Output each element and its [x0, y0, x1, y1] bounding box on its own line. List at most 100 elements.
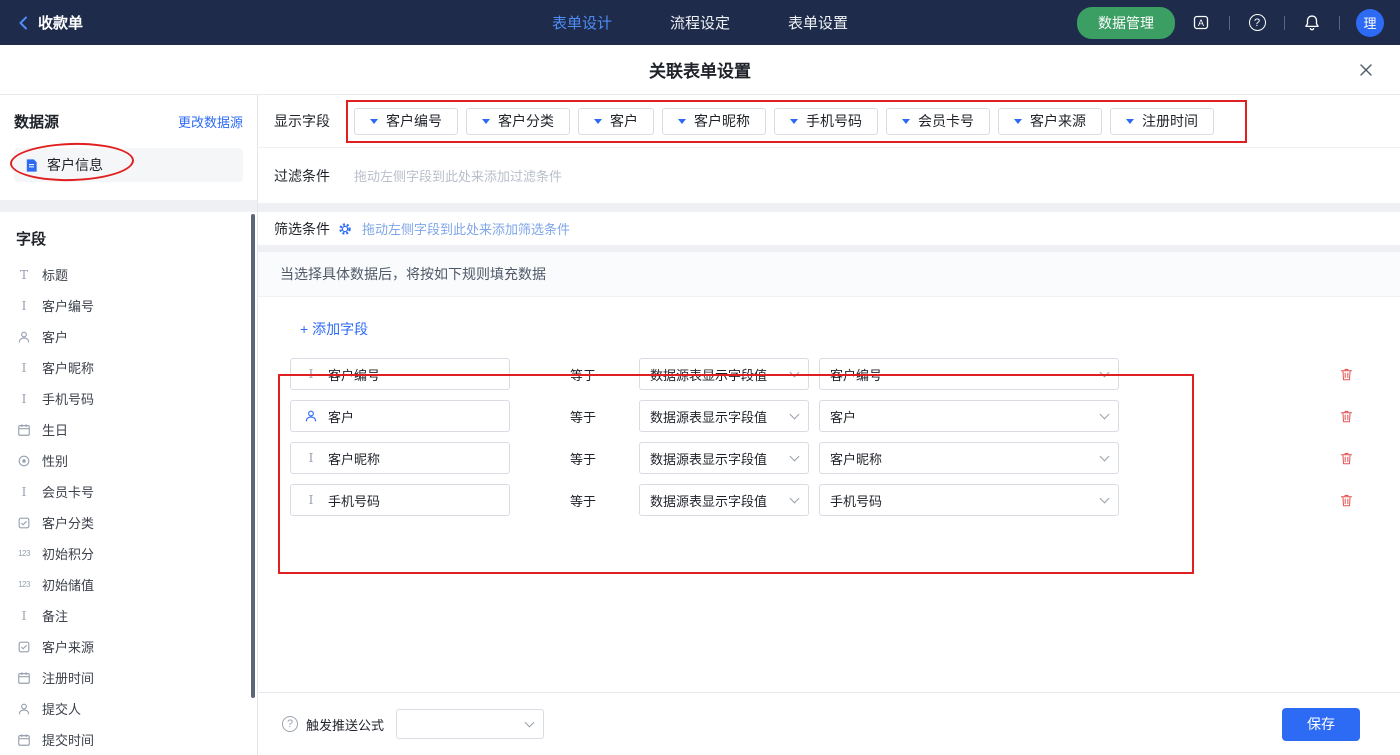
screening-label: 筛选条件 — [274, 219, 330, 239]
text-icon — [16, 392, 32, 406]
rule-row: 客户 等于 数据源表显示字段值 客户 — [258, 395, 1400, 437]
field-item[interactable]: 客户分类 — [0, 507, 257, 538]
rules-list: 客户编号 等于 数据源表显示字段值 客户编号 客户 等于 数据源表显示字段值 客… — [258, 353, 1400, 521]
chevron-down-icon — [790, 451, 800, 461]
help-icon[interactable] — [282, 716, 298, 732]
field-item[interactable]: 客户编号 — [0, 290, 257, 321]
field-chip[interactable]: 客户分类 — [466, 108, 570, 135]
calendar-icon — [16, 733, 32, 747]
bell-icon[interactable] — [1301, 12, 1323, 34]
app-root: 收款单 表单设计 流程设定 表单设置 数据管理 A 理 关联表单设置 — [0, 0, 1400, 755]
number-icon — [16, 580, 32, 589]
field-item[interactable]: 会员卡号 — [0, 476, 257, 507]
field-chip[interactable]: 会员卡号 — [886, 108, 990, 135]
back-button[interactable]: 收款单 — [16, 12, 83, 33]
chevron-down-icon — [678, 119, 686, 124]
topbar: 收款单 表单设计 流程设定 表单设置 数据管理 A 理 — [0, 0, 1400, 45]
field-item[interactable]: 手机号码 — [0, 383, 257, 414]
field-item[interactable]: 性别 — [0, 445, 257, 476]
screening-row[interactable]: 筛选条件 拖动左侧字段到此处来添加筛选条件 — [258, 212, 1400, 245]
topbar-tabs: 表单设计 流程设定 表单设置 — [552, 12, 848, 33]
rule-value-select[interactable]: 客户编号 — [819, 358, 1119, 390]
field-item-title[interactable]: 标题 — [0, 259, 257, 290]
main-content: 显示字段 客户编号 客户分类 客户 客户昵称 手机号码 会员卡号 客户来源 注册… — [258, 95, 1400, 755]
back-chevron-icon — [16, 15, 32, 31]
select-icon — [16, 516, 32, 530]
chevron-down-icon — [1100, 493, 1110, 503]
avatar[interactable]: 理 — [1356, 9, 1384, 37]
field-chip[interactable]: 手机号码 — [774, 108, 878, 135]
chevron-down-icon — [790, 119, 798, 124]
field-item[interactable]: 注册时间 — [0, 662, 257, 693]
number-icon — [16, 549, 32, 558]
screening-placeholder: 拖动左侧字段到此处来添加筛选条件 — [362, 219, 570, 238]
field-item[interactable]: 客户昵称 — [0, 352, 257, 383]
translate-icon[interactable]: A — [1191, 12, 1213, 34]
rule-value-select[interactable]: 客户 — [819, 400, 1119, 432]
field-item[interactable]: 客户来源 — [0, 631, 257, 662]
fill-rules-panel: 当选择具体数据后，将按如下规则填充数据 + 添加字段 客户编号 等于 数据源表显… — [258, 252, 1400, 692]
tab-flow-setting[interactable]: 流程设定 — [670, 12, 730, 33]
divider — [1284, 16, 1285, 30]
save-button[interactable]: 保存 — [1282, 708, 1360, 741]
trash-icon[interactable] — [1339, 493, 1354, 508]
tab-form-design[interactable]: 表单设计 — [552, 12, 612, 33]
radio-icon — [16, 454, 32, 468]
rule-source-select[interactable]: 数据源表显示字段值 — [639, 442, 809, 474]
help-icon[interactable] — [1246, 12, 1268, 34]
sidebar-scrollbar[interactable] — [251, 214, 255, 698]
operator-label: 等于 — [570, 449, 598, 468]
sidebar-gap — [0, 200, 257, 212]
rule-field-box[interactable]: 手机号码 — [290, 484, 510, 516]
field-chip[interactable]: 客户 — [578, 108, 654, 135]
trash-icon[interactable] — [1339, 409, 1354, 424]
topbar-right: 数据管理 A 理 — [1077, 7, 1384, 39]
fields-panel: 字段 标题 客户编号 客户 客户昵称 手机号码 生日 性别 会员卡号 客户分类 … — [0, 212, 257, 755]
trash-icon[interactable] — [1339, 367, 1354, 382]
formula-select[interactable] — [396, 709, 544, 739]
chevron-down-icon — [790, 493, 800, 503]
filter-row[interactable]: 过滤条件 拖动左侧字段到此处来添加过滤条件 — [258, 148, 1400, 203]
field-chip[interactable]: 注册时间 — [1110, 108, 1214, 135]
field-item[interactable]: 初始储值 — [0, 569, 257, 600]
operator-label: 等于 — [570, 407, 598, 426]
datasource-panel: 数据源 更改数据源 客户信息 — [0, 95, 257, 200]
trash-icon[interactable] — [1339, 451, 1354, 466]
rule-field-box[interactable]: 客户 — [290, 400, 510, 432]
field-item[interactable]: 提交人 — [0, 693, 257, 724]
rule-source-select[interactable]: 数据源表显示字段值 — [639, 400, 809, 432]
person-icon — [16, 702, 32, 716]
select-icon — [16, 640, 32, 654]
field-item[interactable]: 提交时间 — [0, 724, 257, 755]
field-chip[interactable]: 客户来源 — [998, 108, 1102, 135]
datasource-item[interactable]: 客户信息 — [14, 148, 243, 182]
add-field-button[interactable]: + 添加字段 — [300, 319, 368, 339]
rule-source-select[interactable]: 数据源表显示字段值 — [639, 358, 809, 390]
back-label: 收款单 — [38, 12, 83, 33]
chevron-down-icon — [790, 409, 800, 419]
operator-label: 等于 — [570, 365, 598, 384]
chevron-down-icon — [525, 717, 535, 727]
chevron-down-icon — [790, 367, 800, 377]
text-icon — [16, 361, 32, 375]
chevron-down-icon — [1014, 119, 1022, 124]
data-manage-button[interactable]: 数据管理 — [1077, 7, 1175, 39]
rule-source-select[interactable]: 数据源表显示字段值 — [639, 484, 809, 516]
rule-field-box[interactable]: 客户昵称 — [290, 442, 510, 474]
rule-value-select[interactable]: 客户昵称 — [819, 442, 1119, 474]
rule-value-select[interactable]: 手机号码 — [819, 484, 1119, 516]
field-item[interactable]: 生日 — [0, 414, 257, 445]
rule-field-box[interactable]: 客户编号 — [290, 358, 510, 390]
field-item[interactable]: 备注 — [0, 600, 257, 631]
field-item[interactable]: 初始积分 — [0, 538, 257, 569]
field-chip[interactable]: 客户编号 — [354, 108, 458, 135]
field-chip[interactable]: 客户昵称 — [662, 108, 766, 135]
section-gap — [258, 245, 1400, 252]
gear-icon[interactable] — [338, 222, 352, 236]
field-item[interactable]: 客户 — [0, 321, 257, 352]
chevron-down-icon — [1100, 451, 1110, 461]
close-icon[interactable] — [1358, 62, 1374, 78]
change-datasource-link[interactable]: 更改数据源 — [178, 112, 243, 131]
tab-form-setting[interactable]: 表单设置 — [788, 12, 848, 33]
text-icon — [16, 299, 32, 313]
